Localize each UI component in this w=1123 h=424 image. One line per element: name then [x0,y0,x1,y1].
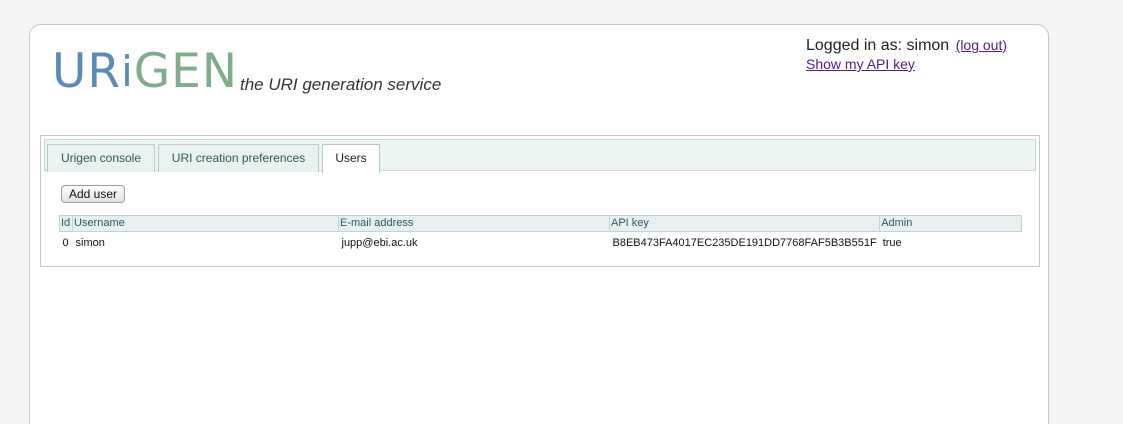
tagline: the URI generation service [240,75,442,94]
column-header-email[interactable]: E-mail address [338,215,610,232]
logo-gen-text: GEN [133,44,239,99]
logged-in-label: Logged in as: simon [806,37,950,54]
column-header-api-key[interactable]: API key [608,215,881,232]
cell-admin: true [882,237,902,249]
tab-bar: Urigen console URI creation preferences … [44,139,1036,173]
page-container: UR i GEN the URI generation service Logged… [29,24,1049,424]
cell-api-key: B8EB473FA4017EC235DE191DD7768FAF5B3B551F [612,237,877,249]
tab-users[interactable]: Users [322,144,380,173]
column-header-username[interactable]: Username [72,215,339,232]
cell-email: jupp@ebi.ac.uk [341,237,418,249]
cell-username: simon [75,237,105,249]
logo-ur-text: UR [52,44,122,99]
urigen-logo: UR i GEN [52,45,238,97]
tab-urigen-console[interactable]: Urigen console [47,144,155,172]
cell-id: 0 [62,237,69,249]
main-panel: Urigen console URI creation preferences … [40,135,1040,267]
column-header-admin[interactable]: Admin [879,215,1022,232]
logo-i-text: i [121,47,134,96]
account-info: Logged in as: simon (log out) Show my AP… [806,37,1007,74]
table-row[interactable]: 0 simon jupp@ebi.ac.uk B8EB473FA4017EC23… [60,232,1022,255]
show-api-key-link[interactable]: Show my API key [806,56,915,72]
table-header-row: Id Username E-mail address API key Admin [59,215,1022,232]
column-header-id[interactable]: Id [59,215,73,232]
users-table: Id Username E-mail address API key Admin… [59,215,1022,254]
tab-uri-creation-preferences[interactable]: URI creation preferences [158,144,319,172]
add-user-button[interactable]: Add user [61,185,126,203]
logout-link[interactable]: (log out) [956,37,1007,53]
